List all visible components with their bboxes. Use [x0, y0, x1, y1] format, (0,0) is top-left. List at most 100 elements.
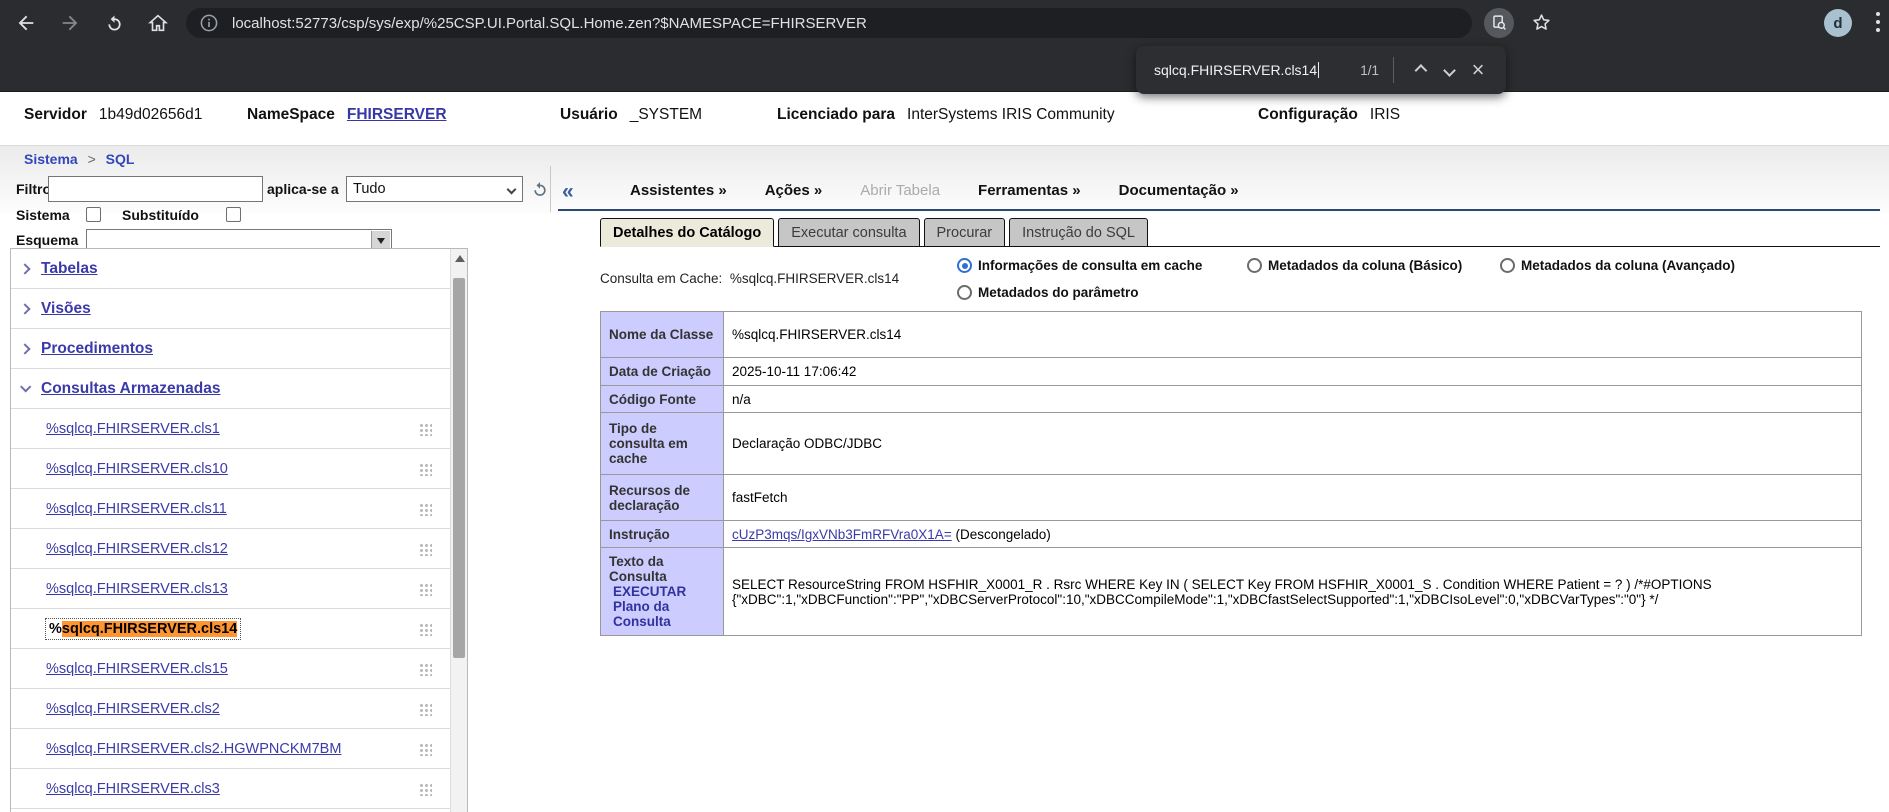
aplica-se-a-label: aplica-se a — [267, 181, 339, 197]
radio-icon[interactable] — [957, 285, 972, 300]
cached-query-link[interactable]: %sqlcq.FHIRSERVER.cls3 — [46, 781, 220, 797]
drag-handle-icon[interactable] — [419, 543, 432, 556]
cached-query-link[interactable]: %sqlcq.FHIRSERVER.cls10 — [46, 461, 228, 477]
row-label-cell: Data de Criação — [601, 358, 724, 386]
header-field-value: 1b49d02656d1 — [99, 106, 202, 123]
tab-inactive[interactable]: Procurar — [924, 218, 1006, 247]
refresh-icon[interactable] — [530, 180, 550, 200]
tab-inactive[interactable]: Instrução do SQL — [1009, 218, 1148, 247]
tree-scrollbar[interactable] — [450, 249, 467, 812]
chevron-right-icon[interactable] — [19, 343, 30, 354]
bookmark-star-icon[interactable] — [1530, 11, 1553, 34]
tree-item-row: %sqlcq.FHIRSERVER.cls10 — [11, 449, 450, 489]
radio-icon[interactable] — [957, 258, 972, 273]
tree-item-row: %sqlcq.FHIRSERVER.cls11 — [11, 489, 450, 529]
reload-icon[interactable] — [102, 11, 126, 35]
home-icon[interactable] — [146, 11, 170, 35]
find-next-icon[interactable] — [1434, 55, 1464, 85]
drag-handle-icon[interactable] — [419, 623, 432, 636]
header-field: Usuário_SYSTEM — [560, 106, 702, 124]
tree-item-row: %sqlcq.FHIRSERVER.cls2 — [11, 689, 450, 729]
table-row: Recursos de declaraçãofastFetch — [601, 475, 1862, 521]
namespace-link[interactable]: FHIRSERVER — [347, 106, 447, 123]
menu-item[interactable]: Ações » — [765, 182, 823, 199]
cached-query-link[interactable]: %sqlcq.FHIRSERVER.cls11 — [46, 501, 227, 517]
radio-icon[interactable] — [1500, 258, 1515, 273]
find-close-icon[interactable]: × — [1464, 59, 1492, 81]
header-field: NameSpaceFHIRSERVER — [247, 106, 447, 124]
chevron-right-icon[interactable] — [19, 263, 30, 274]
collapse-pane-icon[interactable]: « — [562, 180, 574, 204]
row-value-cell: fastFetch — [724, 475, 1862, 521]
profile-avatar[interactable]: d — [1824, 9, 1852, 37]
tab-active[interactable]: Detalhes do Catálogo — [600, 218, 774, 247]
search-in-page-icon[interactable] — [1484, 8, 1514, 38]
menu-item[interactable]: Documentação » — [1119, 182, 1239, 199]
row-label-cell: Nome da Classe — [601, 312, 724, 358]
tree-category-link[interactable]: Visões — [41, 300, 91, 318]
header-field: Servidor1b49d02656d1 — [24, 106, 202, 124]
cached-query-link[interactable]: %sqlcq.FHIRSERVER.cls2 — [46, 701, 220, 717]
drag-handle-icon[interactable] — [419, 743, 432, 756]
url-text[interactable]: localhost:52773/csp/sys/exp/%25CSP.UI.Po… — [232, 15, 867, 32]
drag-handle-icon[interactable] — [419, 503, 432, 516]
radio-label: Informações de consulta em cache — [978, 258, 1202, 273]
radio-option[interactable]: Metadados da coluna (Avançado) — [1500, 258, 1735, 273]
radio-icon[interactable] — [1247, 258, 1262, 273]
substituido-checkbox[interactable] — [226, 207, 241, 222]
sistema-checkbox[interactable] — [86, 207, 101, 222]
forward-icon[interactable] — [58, 11, 82, 35]
catalog-details-table: Nome da Classe%sqlcq.FHIRSERVER.cls14Dat… — [600, 311, 1862, 636]
cached-query-link[interactable]: %sqlcq.FHIRSERVER.cls15 — [46, 661, 228, 677]
radio-option[interactable]: Metadados do parâmetro — [957, 285, 1139, 300]
cached-query-link[interactable]: %sqlcq.FHIRSERVER.cls12 — [46, 541, 228, 557]
statement-hash-link[interactable]: cUzP3mqs/IgxVNb3FmRFVra0X1A= — [732, 527, 952, 542]
tab-inactive[interactable]: Executar consulta — [778, 218, 919, 247]
tree-item-row: %sqlcq.FHIRSERVER.cls15 — [11, 649, 450, 689]
scrollbar-thumb[interactable] — [453, 278, 465, 658]
menu-item[interactable]: Assistentes » — [630, 182, 727, 199]
radio-label: Metadados do parâmetro — [978, 285, 1139, 300]
drag-handle-icon[interactable] — [419, 783, 432, 796]
actions-menubar: Assistentes » Ações » Abrir Tabela Ferramen… — [630, 182, 1239, 199]
address-bar[interactable]: localhost:52773/csp/sys/exp/%25CSP.UI.Po… — [186, 8, 1472, 38]
menu-item[interactable]: Ferramentas » — [978, 182, 1081, 199]
menu-item[interactable]: Abrir Tabela — [860, 182, 940, 199]
drag-handle-icon[interactable] — [419, 703, 432, 716]
tree-item-row: %sqlcq.FHIRSERVER.cls13 — [11, 569, 450, 609]
cached-query-link[interactable]: %sqlcq.FHIRSERVER.cls14 — [46, 619, 240, 639]
find-previous-icon[interactable] — [1404, 55, 1434, 85]
drag-handle-icon[interactable] — [419, 423, 432, 436]
tree-category-link[interactable]: Consultas Armazenadas — [41, 380, 220, 398]
portal-header: Servidor1b49d02656d1 NameSpaceFHIRSERVER U… — [0, 92, 1889, 145]
header-field: Licenciado paraInterSystems IRIS Communi… — [777, 106, 1115, 124]
tree-category-link[interactable]: Procedimentos — [41, 340, 153, 358]
breadcrumb-sql[interactable]: SQL — [106, 151, 135, 167]
cached-query-link[interactable]: %sqlcq.FHIRSERVER.cls2.HGWPNCKM7BM — [46, 741, 341, 757]
find-query-input[interactable]: sqlcq.FHIRSERVER.cls14 — [1154, 62, 1317, 78]
radio-option[interactable]: Informações de consulta em cache — [957, 258, 1202, 273]
radio-option[interactable]: Metadados da coluna (Básico) — [1247, 258, 1462, 273]
cached-query-link[interactable]: %sqlcq.FHIRSERVER.cls13 — [46, 581, 228, 597]
row-action-link[interactable]: Plano da Consulta — [613, 599, 715, 629]
row-action-link[interactable]: EXECUTAR — [613, 584, 715, 599]
back-icon[interactable] — [14, 11, 38, 35]
table-row: Tipo de consulta em cacheDeclaração ODBC… — [601, 413, 1862, 475]
tree-category-link[interactable]: Tabelas — [41, 260, 98, 278]
site-info-icon[interactable] — [198, 12, 220, 34]
chevron-down-icon[interactable] — [20, 381, 31, 392]
filtro-label: Filtro — [16, 181, 51, 197]
scroll-up-icon[interactable] — [455, 255, 465, 262]
browser-menu-icon[interactable] — [1876, 12, 1880, 34]
table-row: Data de Criação2025-10-11 17:06:42 — [601, 358, 1862, 386]
aplica-se-a-select[interactable]: Tudo — [346, 176, 523, 202]
cached-query-link[interactable]: %sqlcq.FHIRSERVER.cls1 — [46, 421, 220, 437]
tree-item-row: %sqlcq.FHIRSERVER.cls14 — [11, 609, 450, 649]
drag-handle-icon[interactable] — [419, 663, 432, 676]
drag-handle-icon[interactable] — [419, 583, 432, 596]
chevron-right-icon[interactable] — [19, 303, 30, 314]
row-value-cell: 2025-10-11 17:06:42 — [724, 358, 1862, 386]
breadcrumb-sistema[interactable]: Sistema — [24, 151, 78, 167]
filtro-input[interactable] — [48, 176, 263, 202]
drag-handle-icon[interactable] — [419, 463, 432, 476]
